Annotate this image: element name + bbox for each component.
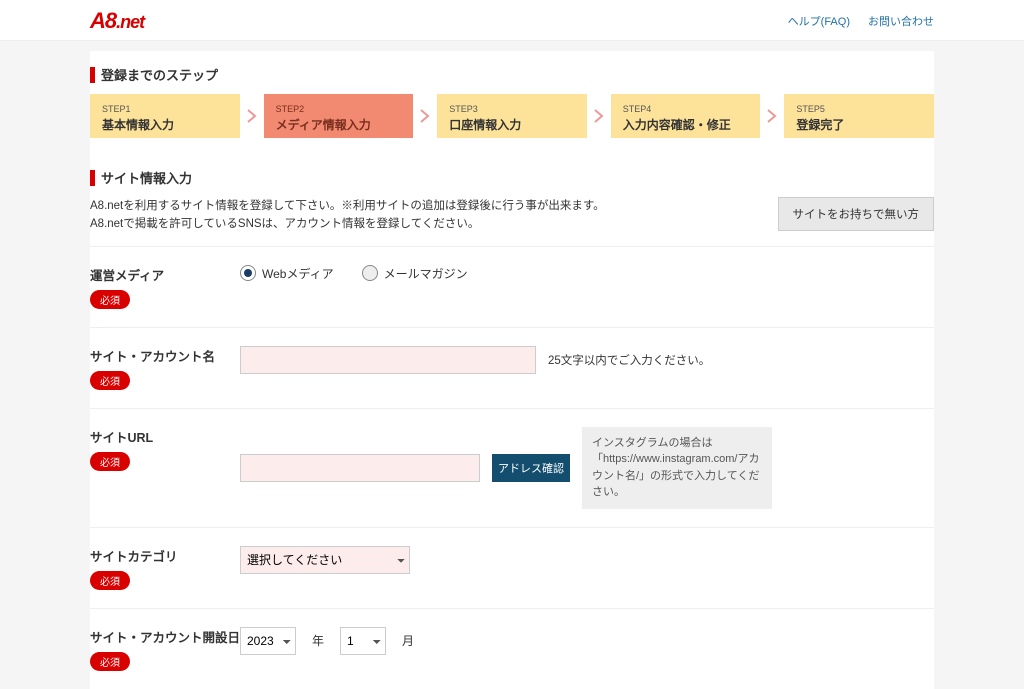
step-label: 基本情報入力 xyxy=(102,118,174,132)
form-heading: サイト情報入力 xyxy=(90,154,934,197)
field-label-open-date: サイト・アカウント開設日 xyxy=(90,627,240,646)
category-select[interactable]: 選択してください xyxy=(240,546,410,574)
form-description: A8.netを利用するサイト情報を登録して下さい。※利用サイトの追加は登録後に行… xyxy=(90,197,605,234)
chevron-right-icon xyxy=(244,108,260,124)
row-media: 運営メディア 必須 Webメディア メールマガジン xyxy=(90,246,934,327)
field-label-site-url: サイトURL xyxy=(90,427,240,446)
no-site-button[interactable]: サイトをお持ちで無い方 xyxy=(778,197,935,231)
field-label-site-name: サイト・アカウント名 xyxy=(90,346,240,365)
step-label: 口座情報入力 xyxy=(449,118,521,132)
step-1: STEP1 基本情報入力 xyxy=(90,94,240,138)
site-url-input[interactable] xyxy=(240,454,480,482)
header-links: ヘルプ(FAQ) お問い合わせ xyxy=(788,13,934,29)
heading-bar-icon xyxy=(90,67,95,83)
year-unit: 年 xyxy=(312,632,324,649)
row-site-name: サイト・アカウント名 必須 25文字以内でご入力ください。 xyxy=(90,327,934,408)
radio-dot-icon xyxy=(362,265,378,281)
step-number: STEP3 xyxy=(449,104,575,114)
radio-label: メールマガジン xyxy=(384,265,468,282)
media-radio-group: Webメディア メールマガジン xyxy=(240,265,468,282)
month-select[interactable]: 1 xyxy=(340,627,386,655)
site-url-hint: インスタグラムの場合は「https://www.instagram.com/アカ… xyxy=(582,427,772,509)
required-badge: 必須 xyxy=(90,371,130,390)
step-3: STEP3 口座情報入力 xyxy=(437,94,587,138)
help-faq-link[interactable]: ヘルプ(FAQ) xyxy=(788,13,850,29)
step-5: STEP5 登録完了 xyxy=(784,94,934,138)
required-badge: 必須 xyxy=(90,452,130,471)
required-badge: 必須 xyxy=(90,571,130,590)
logo: A8.net xyxy=(90,8,144,34)
row-category: サイトカテゴリ 必須 選択してください xyxy=(90,527,934,608)
step-number: STEP4 xyxy=(623,104,749,114)
chevron-right-icon xyxy=(764,108,780,124)
contact-link[interactable]: お問い合わせ xyxy=(868,13,934,29)
step-label: メディア情報入力 xyxy=(276,118,371,132)
desc-line2: A8.netで掲載を許可しているSNSは、アカウント情報を登録してください。 xyxy=(90,218,479,230)
step-label: 入力内容確認・修正 xyxy=(623,118,731,132)
radio-mail-magazine[interactable]: メールマガジン xyxy=(362,265,468,282)
month-unit: 月 xyxy=(402,632,414,649)
step-label: 登録完了 xyxy=(796,118,844,132)
required-badge: 必須 xyxy=(90,652,130,671)
step-4: STEP4 入力内容確認・修正 xyxy=(611,94,761,138)
form-title: サイト情報入力 xyxy=(101,168,192,187)
site-name-hint: 25文字以内でご入力ください。 xyxy=(548,352,710,368)
row-open-date: サイト・アカウント開設日 必須 2023 年 1 月 xyxy=(90,608,934,689)
radio-label: Webメディア xyxy=(262,265,334,282)
row-site-url: サイトURL 必須 アドレス確認 インスタグラムの場合は「https://www… xyxy=(90,408,934,527)
chevron-right-icon xyxy=(591,108,607,124)
steps-title: 登録までのステップ xyxy=(101,65,218,84)
required-badge: 必須 xyxy=(90,290,130,309)
heading-bar-icon xyxy=(90,170,95,186)
step-number: STEP2 xyxy=(276,104,402,114)
check-address-button[interactable]: アドレス確認 xyxy=(492,454,570,482)
field-label-category: サイトカテゴリ xyxy=(90,546,240,565)
radio-web-media[interactable]: Webメディア xyxy=(240,265,334,282)
steps-heading: 登録までのステップ xyxy=(90,51,934,94)
step-number: STEP1 xyxy=(102,104,228,114)
site-name-input[interactable] xyxy=(240,346,536,374)
field-label-media: 運営メディア xyxy=(90,265,240,284)
radio-dot-icon xyxy=(240,265,256,281)
chevron-right-icon xyxy=(417,108,433,124)
step-indicator: STEP1 基本情報入力 STEP2 メディア情報入力 STEP3 口座情報入力… xyxy=(90,94,934,154)
header: A8.net ヘルプ(FAQ) お問い合わせ xyxy=(0,0,1024,41)
step-number: STEP5 xyxy=(796,104,922,114)
form: 運営メディア 必須 Webメディア メールマガジン xyxy=(90,242,934,689)
step-2: STEP2 メディア情報入力 xyxy=(264,94,414,138)
year-select[interactable]: 2023 xyxy=(240,627,296,655)
desc-line1: A8.netを利用するサイト情報を登録して下さい。※利用サイトの追加は登録後に行… xyxy=(90,200,605,212)
